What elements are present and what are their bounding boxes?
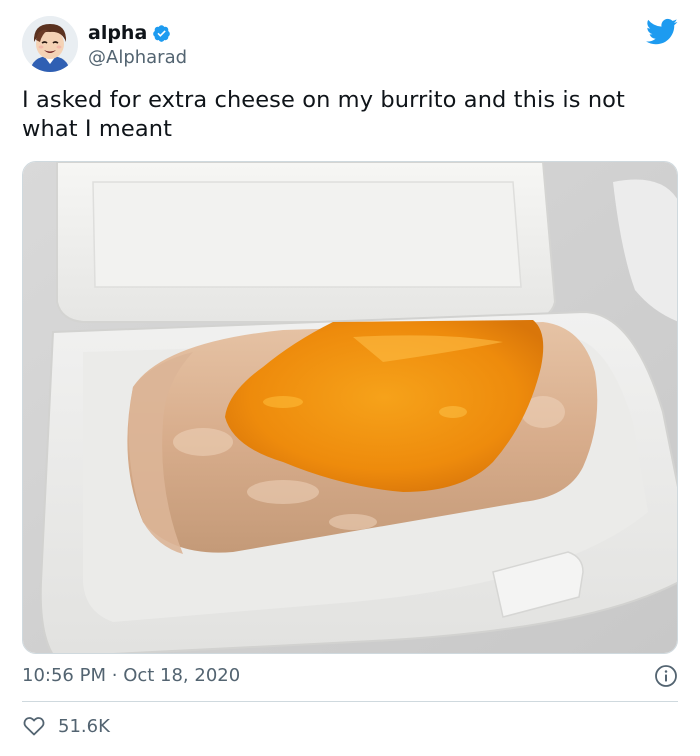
twitter-bird-icon[interactable] <box>646 18 678 46</box>
verified-badge-icon <box>153 24 171 42</box>
tweet-date-link[interactable]: Oct 18, 2020 <box>123 665 240 686</box>
info-icon[interactable] <box>654 664 678 688</box>
avatar[interactable] <box>22 16 78 72</box>
burrito-photo <box>23 162 677 653</box>
tweet-text: I asked for extra cheese on my burrito a… <box>22 87 625 142</box>
heart-icon <box>23 717 45 736</box>
author-handle[interactable]: @Alpharad <box>88 46 187 70</box>
author-names: alpha @Alpharad <box>88 22 187 70</box>
avatar-illustration <box>22 16 78 72</box>
like-count: 51.6K <box>58 715 110 737</box>
tweet-time-link[interactable]: 10:56 PM <box>22 665 106 686</box>
tweet-photo[interactable] <box>22 161 678 654</box>
author-display-name-row[interactable]: alpha <box>88 22 171 44</box>
tweet-timestamp: 10:56 PM · Oct 18, 2020 <box>22 664 240 688</box>
divider <box>22 701 678 702</box>
tweet-header: alpha @Alpharad <box>22 14 682 76</box>
timestamp-separator: · <box>111 665 118 686</box>
author-display-name: alpha <box>88 22 148 44</box>
tweet-actions: 51.6K <box>22 714 110 738</box>
tweet-card: alpha @Alpharad I asked for extra cheese… <box>0 0 700 756</box>
like-button[interactable]: 51.6K <box>22 714 110 738</box>
